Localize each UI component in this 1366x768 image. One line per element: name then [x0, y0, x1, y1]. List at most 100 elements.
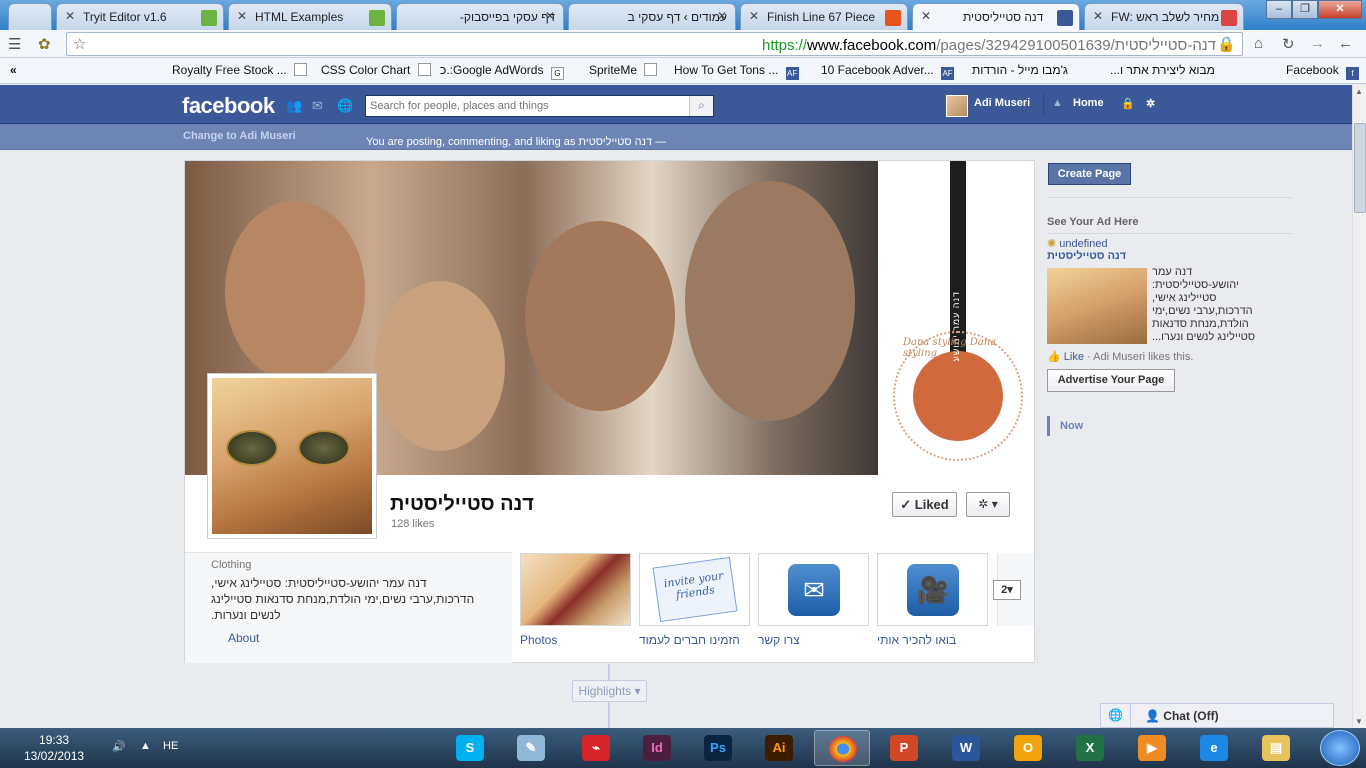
settings-icon[interactable]: ✲ [1146, 97, 1155, 110]
close-icon[interactable]: ✕ [921, 9, 931, 23]
tab-gmail[interactable]: ✕ FW: מחיר לשלב ראש [1084, 3, 1244, 30]
bookmark-item[interactable]: 10 Facebook Adver... AF [821, 63, 955, 80]
tab-tryit[interactable]: ✕ Tryit Editor v1.6 [56, 3, 224, 30]
bookmark-item[interactable]: CSS Color Chart [321, 63, 431, 77]
start-button[interactable] [1320, 730, 1360, 766]
app-about-me[interactable]: 🎥 [877, 553, 988, 626]
star-icon[interactable]: ☆ [73, 35, 86, 53]
timeline-nav-now[interactable]: Now [1047, 416, 1107, 436]
bookmark-item[interactable]: מבוא ליצירת אתר ו... [1110, 63, 1215, 77]
bookmark-item[interactable]: Facebook f [1286, 63, 1360, 80]
word-taskbar-button[interactable]: W [938, 730, 994, 766]
more-apps-button[interactable]: 2▾ [993, 580, 1021, 600]
indesign-taskbar-button[interactable]: Id [629, 730, 685, 766]
taskbar-button[interactable]: ✎ [503, 730, 559, 766]
media-player-taskbar-button[interactable]: ▶ [1124, 730, 1180, 766]
bookmarks-overflow-icon[interactable]: « [10, 63, 17, 77]
app-invite-friends[interactable]: invite your friends [639, 553, 750, 626]
language-indicator[interactable]: HE [163, 740, 178, 752]
bookmark-item[interactable]: Royalty Free Stock ... [172, 63, 308, 77]
close-icon[interactable]: ✕ [1093, 9, 1103, 23]
scroll-up-icon[interactable]: ▲ [1355, 87, 1363, 96]
bookmark-label: CSS Color Chart [321, 63, 411, 77]
tab-html-examples[interactable]: ✕ HTML Examples [228, 3, 392, 30]
scroll-thumb[interactable] [1354, 123, 1366, 213]
close-icon[interactable]: ✕ [237, 9, 247, 23]
about-link[interactable]: About [228, 631, 259, 645]
app-label-contact[interactable]: צרו קשר [758, 633, 800, 647]
tab-pages[interactable]: ✕ עמודים › דף עסקי ב [568, 3, 736, 30]
globe-icon[interactable]: 🌐 [1101, 704, 1131, 727]
bookmark-item[interactable]: כ.:Google AdWords G [440, 63, 564, 80]
excel-taskbar-button[interactable]: X [1062, 730, 1118, 766]
address-bar[interactable]: ☆ https://www.facebook.com/pages/דנה-סטי… [66, 32, 1243, 56]
create-page-button[interactable]: Create Page [1048, 163, 1131, 185]
volume-icon[interactable]: 🔊 [112, 740, 126, 753]
tab-blank[interactable] [8, 3, 52, 30]
close-icon[interactable]: ✕ [545, 9, 555, 23]
powerpoint-taskbar-button[interactable]: P [876, 730, 932, 766]
tab-facebook-page[interactable]: ✕ דנה סטייליסטית [912, 3, 1080, 31]
privacy-icon[interactable]: 🔒 [1121, 97, 1135, 110]
search-icon[interactable]: ⌕ [689, 96, 713, 116]
avatar[interactable] [946, 95, 968, 117]
photoshop-taskbar-button[interactable]: Ps [690, 730, 746, 766]
menu-icon[interactable]: ☰ [8, 35, 21, 53]
tab-business-page[interactable]: ✕ דף עסקי בפייסבוק- [396, 3, 564, 30]
ad-title[interactable]: דנה סטייליסטית [1047, 250, 1126, 262]
vertical-scrollbar[interactable]: ▲ ▼ [1352, 85, 1366, 728]
chrome-taskbar-button[interactable] [814, 730, 870, 766]
outlook-taskbar-button[interactable]: O [1000, 730, 1056, 766]
facebook-logo[interactable]: facebook [182, 93, 275, 119]
like-count[interactable]: 128 likes [391, 518, 434, 530]
illustrator-taskbar-button[interactable]: Ai [751, 730, 807, 766]
page-options-button[interactable]: ✲ ▾ [966, 492, 1010, 517]
ie-taskbar-button[interactable]: e [1186, 730, 1242, 766]
notifications-icon[interactable]: 🌐 [337, 98, 353, 113]
friend-requests-icon[interactable]: 👥 [286, 98, 302, 113]
bookmark-item[interactable]: How To Get Tons ... AF [674, 63, 799, 80]
app-label-invite[interactable]: הזמינו חברים לעמוד [639, 633, 740, 647]
clock[interactable]: 19:33 13/02/2013 [24, 732, 84, 764]
app-label-about-me[interactable]: בואו להכיר אותי [877, 633, 956, 647]
media-player-icon: ▶ [1138, 735, 1166, 761]
excel-icon: X [1076, 735, 1104, 761]
profile-picture[interactable] [207, 373, 377, 539]
close-icon[interactable]: ✕ [749, 9, 759, 23]
acrobat-taskbar-button[interactable]: ⌁ [568, 730, 624, 766]
extension-icon[interactable]: ✿ [38, 35, 51, 53]
search-input[interactable] [366, 96, 686, 116]
bookmark-item[interactable]: ג'מבו מייל - הורדות [972, 63, 1068, 77]
app-photos[interactable] [520, 553, 631, 626]
page-switch-icon[interactable]: ▲ [1052, 97, 1063, 109]
bookmark-item[interactable]: SpriteMe [589, 63, 658, 77]
app-label-photos[interactable]: Photos [520, 633, 557, 647]
skype-taskbar-button[interactable]: S [442, 730, 498, 766]
reload-icon[interactable]: ↻ [1282, 35, 1295, 53]
highlights-dropdown[interactable]: Highlights ▾ [572, 680, 647, 702]
chevron-down-icon: ▾ [991, 497, 998, 511]
forward-icon[interactable]: → [1310, 35, 1325, 52]
advertise-page-button[interactable]: Advertise Your Page [1047, 369, 1175, 392]
home-link[interactable]: Home [1073, 97, 1104, 109]
maximize-icon[interactable]: ❐ [1292, 0, 1318, 19]
explorer-taskbar-button[interactable]: ▤ [1248, 730, 1304, 766]
tray-expand-icon[interactable]: ▲ [140, 740, 151, 752]
tab-finish-line[interactable]: ✕ Finish Line 67 Piece [740, 3, 908, 30]
page-icon [644, 63, 658, 76]
change-identity-link[interactable]: Change to Adi Museri [183, 130, 296, 142]
profile-link[interactable]: Adi Museri [974, 97, 1030, 109]
scroll-down-icon[interactable]: ▼ [1355, 717, 1363, 726]
ad-like-link[interactable]: Like [1064, 351, 1084, 363]
minimize-icon[interactable]: – [1266, 0, 1292, 19]
home-icon[interactable]: ⌂ [1254, 35, 1263, 52]
close-icon[interactable]: ✕ [717, 9, 727, 23]
window-close-icon[interactable]: ✕ [1318, 0, 1362, 19]
messages-icon[interactable]: ✉ [312, 98, 327, 113]
liked-button[interactable]: ✓ Liked [892, 492, 957, 517]
app-contact[interactable]: ✉ [758, 553, 869, 626]
back-icon[interactable]: ← [1338, 35, 1353, 52]
close-icon[interactable]: ✕ [65, 9, 75, 23]
ad-image[interactable] [1047, 268, 1147, 344]
chat-bar[interactable]: 🌐 👤 Chat (Off) [1100, 703, 1334, 728]
